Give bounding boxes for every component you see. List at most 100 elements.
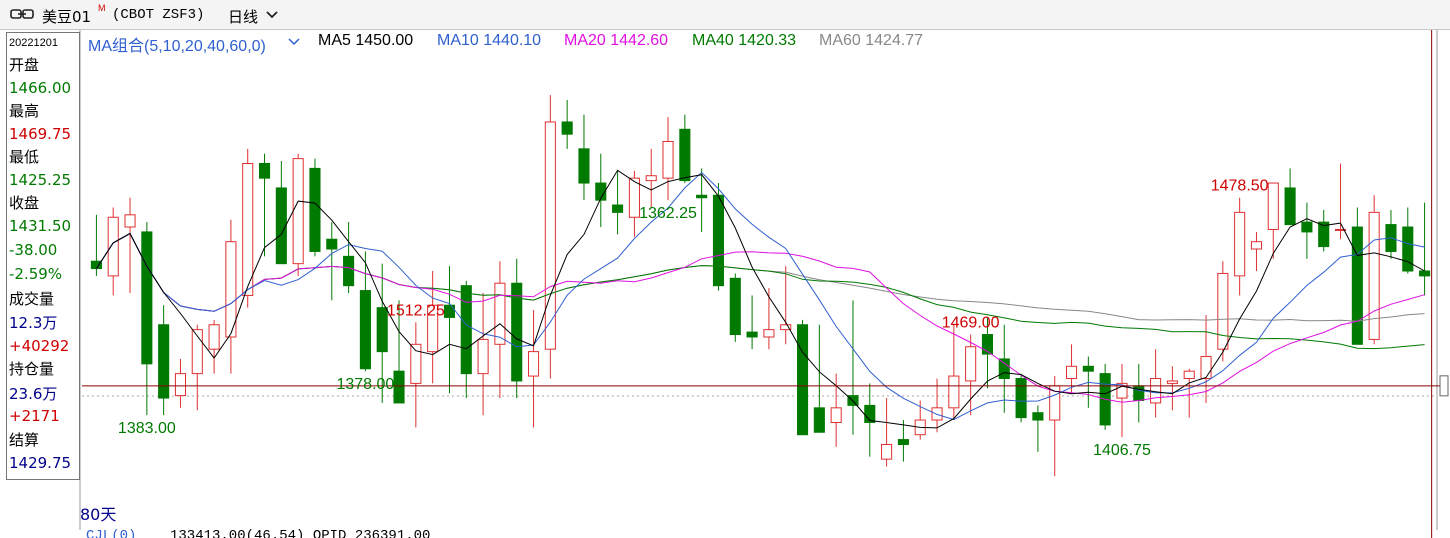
- ma40-value: MA40 1420.33: [692, 32, 797, 49]
- scroll-handle: [1439, 375, 1449, 397]
- candle-body: [275, 187, 287, 265]
- candle-body: [746, 331, 758, 338]
- candle-body: [679, 128, 691, 182]
- price-annotation: 1406.75: [1093, 442, 1151, 459]
- candle-body: [124, 214, 136, 228]
- open-interest-change: +2171: [9, 407, 60, 425]
- days-label: 80天: [80, 505, 116, 524]
- candle-body: [1301, 221, 1313, 233]
- ma5-value: MA5 1450.00: [318, 32, 414, 49]
- candle-body: [998, 358, 1010, 380]
- candle-body: [326, 238, 338, 250]
- open-interest-label: 持仓量: [9, 360, 55, 378]
- price-annotation: 1362.25: [639, 205, 697, 222]
- candle-body: [1351, 226, 1363, 345]
- candle-body: [343, 255, 355, 287]
- ma60-value: MA60 1424.77: [819, 32, 924, 49]
- candle-body: [1250, 241, 1263, 250]
- candle-body: [813, 407, 825, 433]
- candle-body: [1133, 385, 1145, 401]
- candle-body: [1217, 272, 1229, 350]
- volume-label: 成交量: [9, 290, 55, 308]
- candle-body: [258, 163, 271, 179]
- candle-body: [292, 158, 304, 265]
- candle-body: [359, 290, 371, 370]
- candle-body: [527, 351, 540, 377]
- candle-body: [729, 277, 741, 336]
- candle-body: [830, 407, 842, 423]
- low-value: 1425.25: [9, 171, 72, 189]
- candle-body: [544, 121, 556, 350]
- candle-body: [1234, 211, 1246, 277]
- date-value: 20221201: [9, 37, 58, 49]
- candle-body: [628, 177, 640, 218]
- price-annotation: 1512.25: [387, 302, 445, 319]
- candle-body: [242, 163, 254, 296]
- change-percent: -2.59%: [9, 265, 63, 283]
- candle-body: [561, 121, 573, 135]
- indicator-name[interactable]: CJL(0): [86, 528, 136, 538]
- volume-change: +40292: [9, 337, 70, 355]
- candle-body: [763, 329, 775, 338]
- close-value: 1431.50: [9, 217, 72, 235]
- price-chart[interactable]: 1512.25 1383.00 1378.00 1362.25 1469.00 1406.…: [0, 0, 1450, 538]
- volume-value: 12.3万: [9, 314, 58, 332]
- change-value: -38.00: [9, 241, 58, 259]
- candle-body: [645, 175, 657, 182]
- price-annotation: 1478.50: [1211, 178, 1269, 195]
- open-value: 1466.00: [9, 79, 72, 97]
- candle-body: [309, 167, 321, 252]
- candle-body: [612, 204, 624, 213]
- candle-body: [696, 194, 708, 199]
- candle-body: [1200, 356, 1212, 380]
- candle-body: [1082, 365, 1094, 372]
- candle-body: [1183, 370, 1195, 380]
- candle-body: [208, 324, 220, 350]
- candle-body: [1032, 412, 1044, 421]
- candle-body: [948, 375, 960, 409]
- candle-body: [1267, 182, 1279, 230]
- ma-group-selector[interactable]: MA组合(5,10,20,40,60,0): [88, 32, 266, 56]
- candle-body: [477, 338, 489, 375]
- candle-body: [1419, 270, 1431, 277]
- settlement-label: 结算: [9, 431, 40, 449]
- open-interest-value: 23.6万: [9, 385, 58, 403]
- candle-body: [393, 370, 405, 404]
- price-annotation: 1383.00: [118, 420, 176, 437]
- high-label: 最高: [9, 102, 40, 120]
- candle-body: [1368, 211, 1380, 340]
- candle-body: [158, 324, 170, 399]
- candle-body: [174, 373, 187, 397]
- candle-body: [1015, 378, 1027, 419]
- close-label: 收盘: [9, 194, 40, 212]
- candle-body: [965, 346, 977, 382]
- candle-body: [1166, 380, 1178, 384]
- indicator-strip: CJL(0) 133413.00(46.54) OPID 236391.00: [80, 528, 1450, 538]
- high-value: 1469.75: [9, 125, 72, 143]
- candle-body: [460, 285, 472, 375]
- low-label: 最低: [9, 148, 40, 166]
- candle-body: [494, 282, 506, 345]
- candle-body: [1284, 187, 1296, 226]
- ma20-value: MA20 1442.60: [564, 32, 669, 49]
- price-annotation: 1378.00: [336, 376, 394, 393]
- candle-body: [662, 141, 674, 179]
- indicator-values: 133413.00(46.54) OPID 236391.00: [170, 528, 431, 538]
- candle-body: [897, 439, 909, 445]
- ma10-value: MA10 1440.10: [437, 32, 542, 49]
- open-label: 开盘: [9, 56, 40, 74]
- chevron-down-icon[interactable]: [288, 38, 300, 46]
- candle-body: [1402, 226, 1414, 272]
- candle-body: [712, 194, 725, 287]
- settlement-value: 1429.75: [9, 454, 72, 472]
- price-annotation: 1469.00: [942, 315, 1000, 332]
- candle-body: [443, 304, 456, 318]
- candle-body: [796, 324, 809, 436]
- quote-info-panel: 20221201 开盘 1466.00 最高 1469.75 最低 1425.2…: [6, 32, 80, 480]
- candle-body: [1065, 365, 1078, 380]
- candle-body: [578, 148, 590, 184]
- candle-body: [107, 216, 119, 277]
- candle-body: [376, 307, 388, 353]
- candle-body: [881, 443, 893, 460]
- candle-body: [141, 231, 153, 365]
